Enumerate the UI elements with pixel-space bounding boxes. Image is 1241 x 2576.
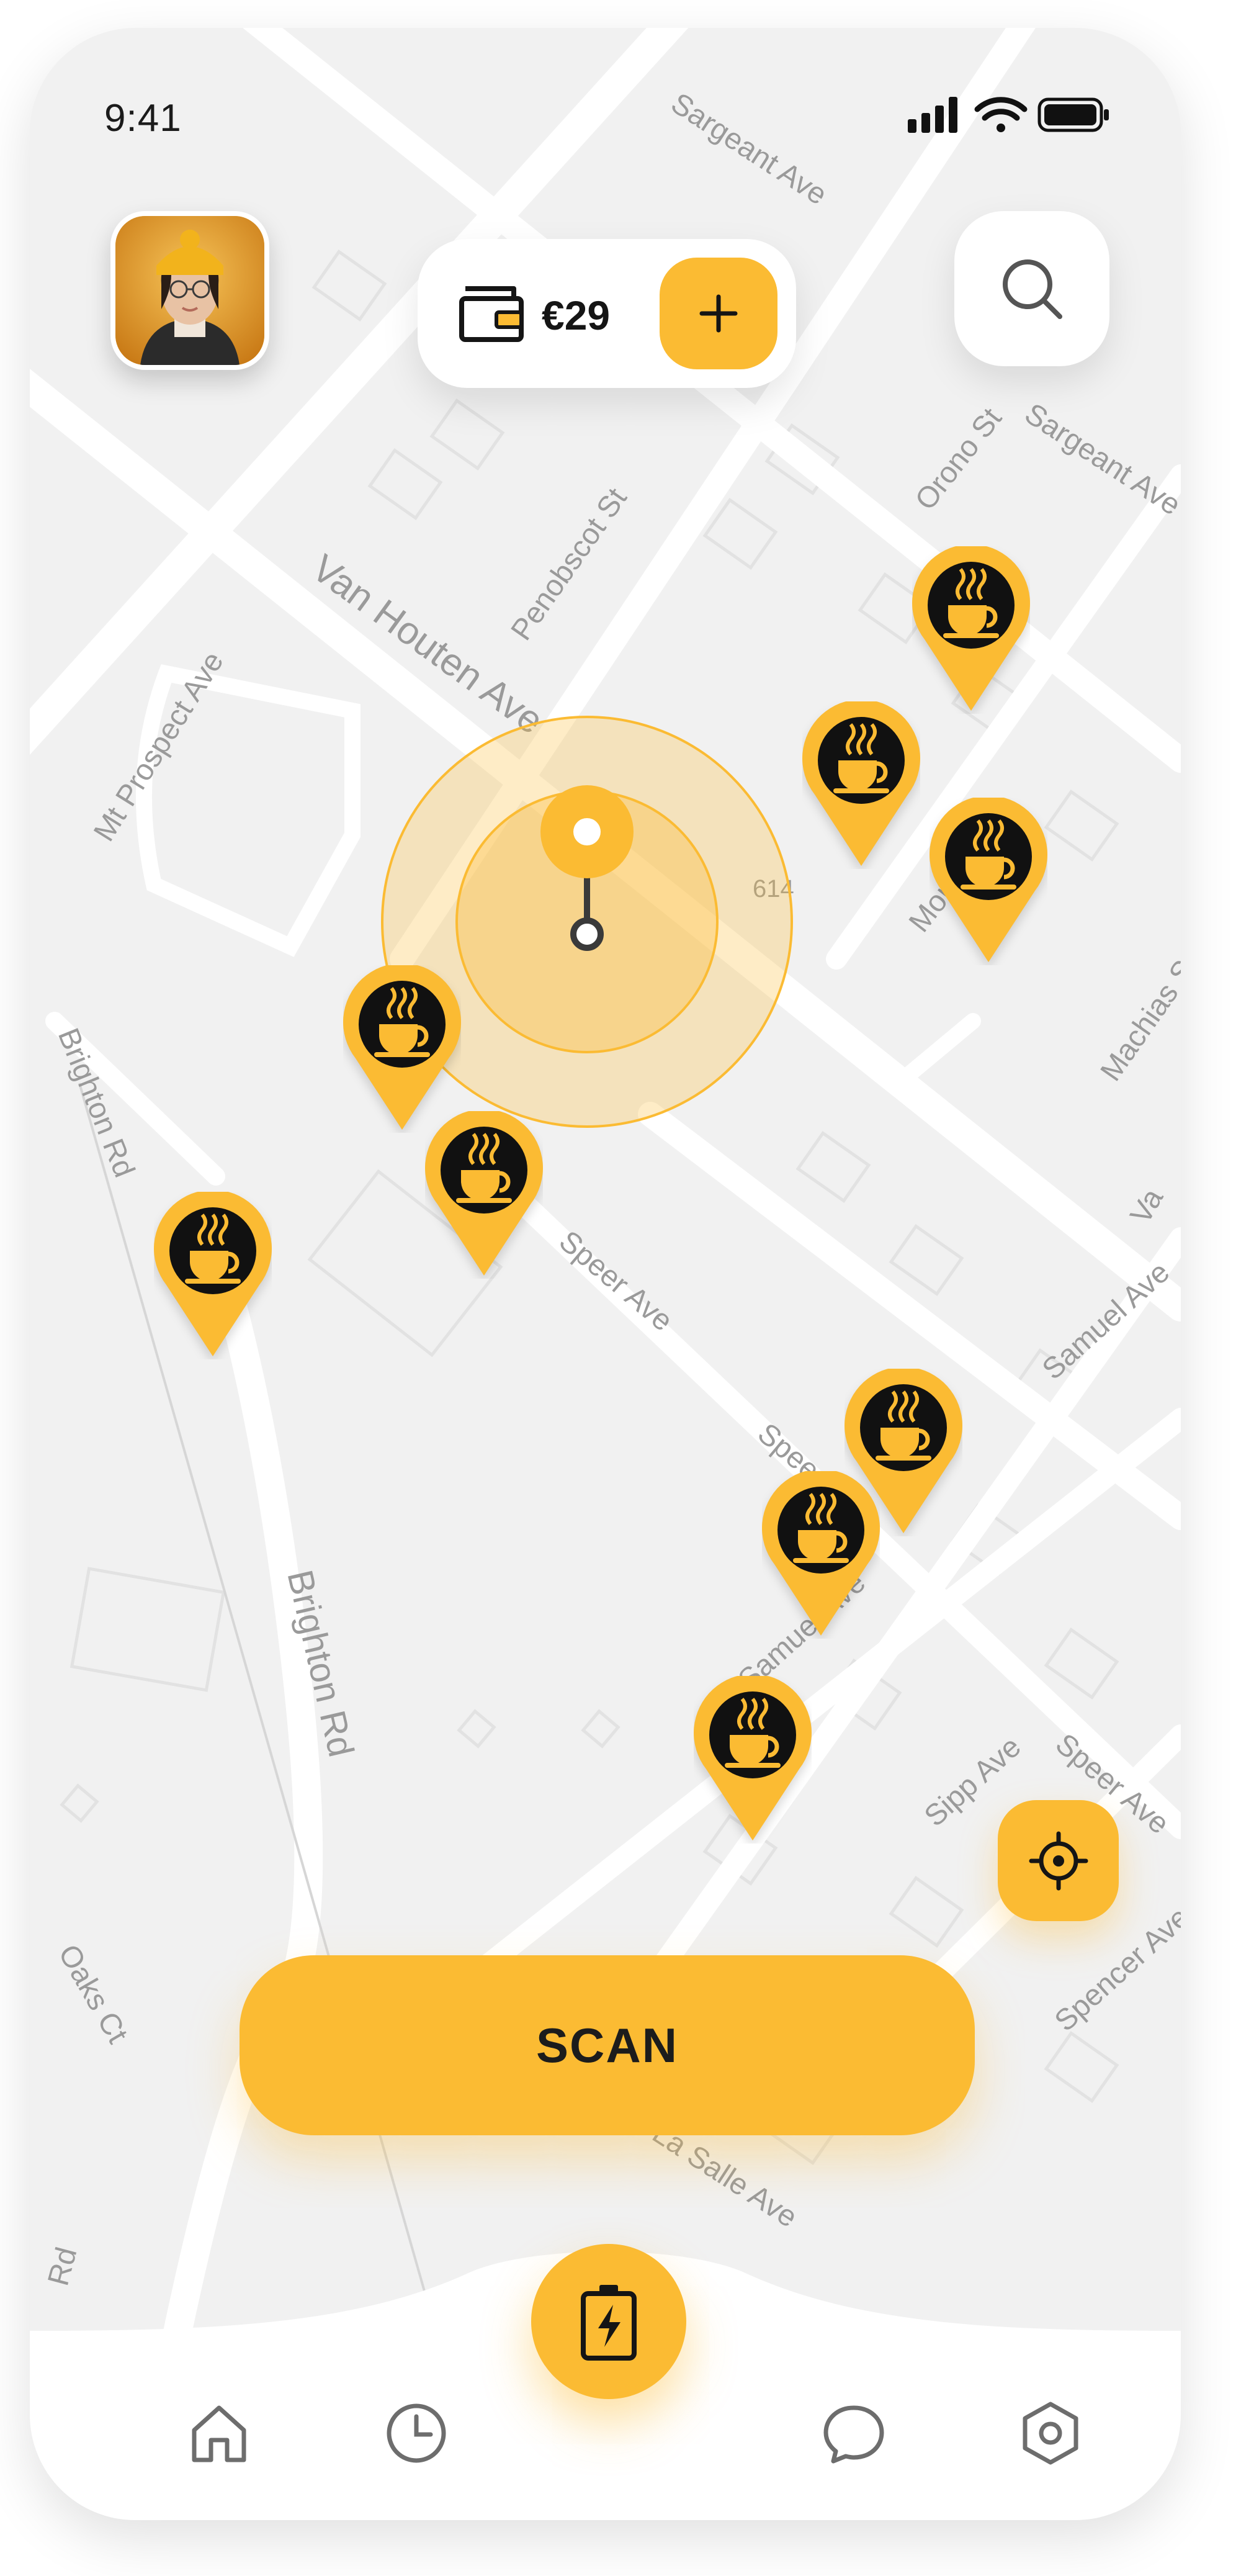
coffee-shop-pin[interactable] [154,1189,272,1359]
battery-charge-icon [581,2285,637,2361]
status-icons [908,97,1109,133]
coffee-cup-icon [425,1109,543,1276]
user-photo [115,216,264,365]
coffee-cup-icon [154,1189,272,1356]
search-button[interactable] [954,211,1109,366]
coffee-shop-pin[interactable] [912,544,1030,714]
crosshair-icon [1029,1831,1088,1890]
add-funds-button[interactable] [660,258,777,369]
nav-charge[interactable] [531,2244,686,2399]
wifi-icon [974,97,1028,132]
coffee-cup-icon [930,795,1047,962]
coffee-cup-icon [912,544,1030,711]
wallet-icon [459,286,524,342]
coffee-shop-pin[interactable] [762,1469,880,1639]
settings-hexagon-icon [1023,2402,1078,2465]
nav-history[interactable] [370,2387,463,2480]
coffee-shop-pin[interactable] [425,1109,543,1279]
nav-home[interactable] [172,2387,266,2480]
search-icon [1003,259,1062,319]
wallet-balance: €29 [542,292,611,338]
chat-bubble-icon [823,2405,884,2464]
coffee-shop-pin[interactable] [694,1673,812,1844]
nav-settings[interactable] [1004,2387,1097,2480]
nav-chat[interactable] [807,2387,900,2480]
coffee-shop-pin[interactable] [802,699,920,869]
bottom-nav [30,2200,1181,2520]
wallet-balance-pill[interactable]: €29 [418,239,796,388]
cellular-signal-icon [908,97,957,133]
plus-icon [699,294,738,333]
coffee-shop-pin[interactable] [343,963,461,1133]
battery-icon [1037,97,1109,132]
scan-button[interactable]: SCAN [240,1955,975,2135]
coffee-cup-icon [762,1469,880,1636]
phone-screen: Mt Prospect Ave Sargeant Ave Sargeant Av… [30,28,1181,2520]
avatar[interactable] [110,211,269,370]
coffee-cup-icon [802,699,920,866]
coffee-cup-icon [694,1673,812,1840]
coffee-cup-icon [343,963,461,1130]
history-clock-icon [387,2403,446,2463]
status-bar: 9:41 [30,28,1181,140]
coffee-shop-pin[interactable] [930,795,1047,965]
status-time: 9:41 [104,97,182,140]
locate-me-button[interactable] [998,1800,1119,1921]
home-icon [192,2405,246,2462]
